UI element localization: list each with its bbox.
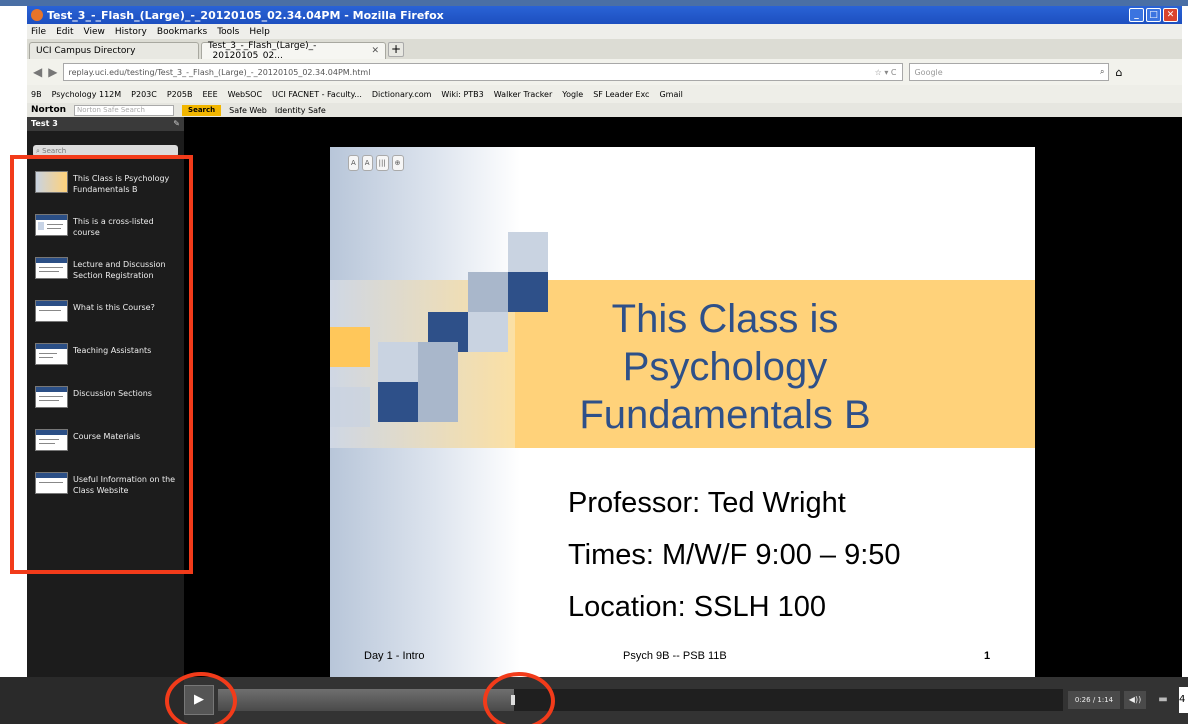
decor-square: [330, 387, 370, 427]
url-text: replay.uci.edu/testing/Test_3_-_Flash_(L…: [68, 67, 371, 77]
search-icon[interactable]: ⌕: [1100, 67, 1104, 77]
norton-logo: Norton: [31, 105, 67, 115]
menu-history[interactable]: History: [115, 27, 147, 37]
volume-icon[interactable]: ◀)): [1124, 691, 1146, 709]
menu-tools[interactable]: Tools: [217, 27, 239, 37]
norton-toolbar: Norton Norton Safe Search Search Safe We…: [27, 103, 1182, 117]
slide-body-line: Location: SSLH 100: [568, 591, 826, 623]
bookmark-item[interactable]: EEE: [202, 90, 217, 99]
zoom-out-button[interactable]: A: [348, 155, 359, 171]
scrub-handle-highlight-circle: [483, 672, 555, 724]
sidebar-header: Test 3 ✎: [27, 117, 184, 131]
menu-bar: File Edit View History Bookmarks Tools H…: [27, 24, 1182, 39]
bookmark-item[interactable]: Wiki: PTB3: [441, 90, 483, 99]
bookmark-item[interactable]: 9B: [31, 90, 42, 99]
bookmark-item[interactable]: SF Leader Exc: [593, 90, 649, 99]
decor-square: [378, 382, 418, 422]
slide-body-line: Professor: Ted Wright: [568, 487, 846, 519]
new-tab-button[interactable]: +: [388, 42, 404, 57]
url-bar[interactable]: replay.uci.edu/testing/Test_3_-_Flash_(L…: [63, 63, 904, 81]
bookmark-item[interactable]: P205B: [167, 90, 193, 99]
tab-label: UCI Campus Directory: [36, 46, 136, 56]
maximize-button[interactable]: □: [1146, 8, 1161, 22]
search-input[interactable]: Google ⌕: [909, 63, 1110, 81]
bookmark-item[interactable]: WebSOC: [228, 90, 262, 99]
window-titlebar: Test_3_-_Flash_(Large)_-_20120105_02.34.…: [27, 6, 1182, 24]
bookmark-item[interactable]: Dictionary.com: [372, 90, 432, 99]
bookmark-item[interactable]: P203C: [131, 90, 157, 99]
pin-icon[interactable]: ✎: [173, 117, 180, 131]
decor-square: [418, 342, 458, 382]
bookmarks-bar: 9B Psychology 112M P203C P205B EEE WebSO…: [27, 85, 1182, 103]
menu-view[interactable]: View: [84, 27, 105, 37]
firefox-icon: [31, 9, 43, 21]
slide-body: Professor: Ted Wright Times: M/W/F 9:00 …: [568, 477, 901, 633]
slide-tools: A A ||| ⊕: [348, 155, 404, 171]
menu-file[interactable]: File: [31, 27, 46, 37]
sidebar-search-placeholder: Search: [42, 147, 67, 155]
search-placeholder: Google: [914, 67, 943, 77]
scrub-progress: [218, 689, 514, 711]
zoom-in-button[interactable]: A: [361, 155, 373, 171]
slide-title-line: This Class is: [611, 297, 839, 341]
window-title: Test_3_-_Flash_(Large)_-_20120105_02.34.…: [47, 8, 444, 22]
navigation-bar: ◀ ▶ replay.uci.edu/testing/Test_3_-_Flas…: [27, 59, 1182, 85]
play-button-highlight-circle: [165, 672, 237, 724]
decor-square: [418, 382, 458, 422]
time-display: 0:26 / 1:14: [1068, 691, 1120, 709]
slide-title-line: Psychology: [622, 345, 828, 389]
decor-square: [508, 232, 548, 272]
tab-label: Test_3_-_Flash_(Large)_-_20120105_02...: [208, 41, 317, 61]
slide-footer-center: Psych 9B -- PSB 11B: [623, 650, 727, 662]
tab-bar: UCI Campus Directory Test_3_-_Flash_(Lar…: [27, 39, 1182, 61]
layout-button[interactable]: |||: [375, 155, 389, 171]
norton-search-input[interactable]: Norton Safe Search: [74, 104, 175, 116]
tab-campus-directory[interactable]: UCI Campus Directory: [29, 42, 199, 59]
player-left-panel: [0, 677, 184, 724]
slide-number: 1: [984, 650, 991, 662]
menu-edit[interactable]: Edit: [56, 27, 73, 37]
slide-body-line: Times: M/W/F 9:00 – 9:50: [568, 539, 901, 571]
back-icon[interactable]: ◀: [33, 65, 42, 79]
identity-safe-button[interactable]: Identity Safe: [275, 106, 326, 115]
zoom-button[interactable]: ⊕: [391, 155, 404, 171]
bookmark-item[interactable]: UCI FACNET - Faculty...: [272, 90, 362, 99]
screenshot: Test_3_-_Flash_(Large)_-_20120105_02.34.…: [0, 0, 1188, 724]
close-tab-icon[interactable]: ✕: [363, 46, 379, 56]
close-button[interactable]: ✕: [1163, 8, 1178, 22]
slide-footer-left: Day 1 - Intro: [364, 650, 425, 662]
decor-square: [468, 312, 508, 352]
captions-icon[interactable]: ▬: [1152, 691, 1174, 709]
minimize-button[interactable]: _: [1129, 8, 1144, 22]
slide-title-line: Fundamentals B: [579, 393, 871, 437]
norton-search-button[interactable]: Search: [182, 104, 222, 116]
menu-bookmarks[interactable]: Bookmarks: [157, 27, 207, 37]
slide-title: This Class is Psychology Fundamentals B: [530, 295, 920, 439]
decor-square: [468, 272, 508, 312]
current-slide: A A ||| ⊕ This Class is Psychology Funda…: [330, 147, 1035, 677]
forward-icon[interactable]: ▶: [48, 65, 57, 79]
menu-help[interactable]: Help: [249, 27, 270, 37]
bookmark-item[interactable]: Psychology 112M: [52, 90, 122, 99]
tab-test-3[interactable]: Test_3_-_Flash_(Large)_-_20120105_02... …: [201, 41, 386, 61]
sidebar-title: Test 3: [31, 119, 58, 128]
safe-web-button[interactable]: Safe Web: [229, 106, 267, 115]
bookmark-item[interactable]: Gmail: [659, 90, 682, 99]
star-icon[interactable]: ☆ ▾ C: [875, 68, 897, 77]
sidebar-highlight-box: [10, 155, 193, 574]
page-number: 4: [1179, 687, 1188, 713]
decor-square: [330, 327, 370, 367]
decor-square: [378, 342, 418, 382]
window-controls: _ □ ✕: [1129, 8, 1178, 22]
bookmark-item[interactable]: Walker Tracker: [494, 90, 552, 99]
home-icon[interactable]: ⌂: [1115, 66, 1122, 79]
bookmark-item[interactable]: Yogle: [562, 90, 583, 99]
